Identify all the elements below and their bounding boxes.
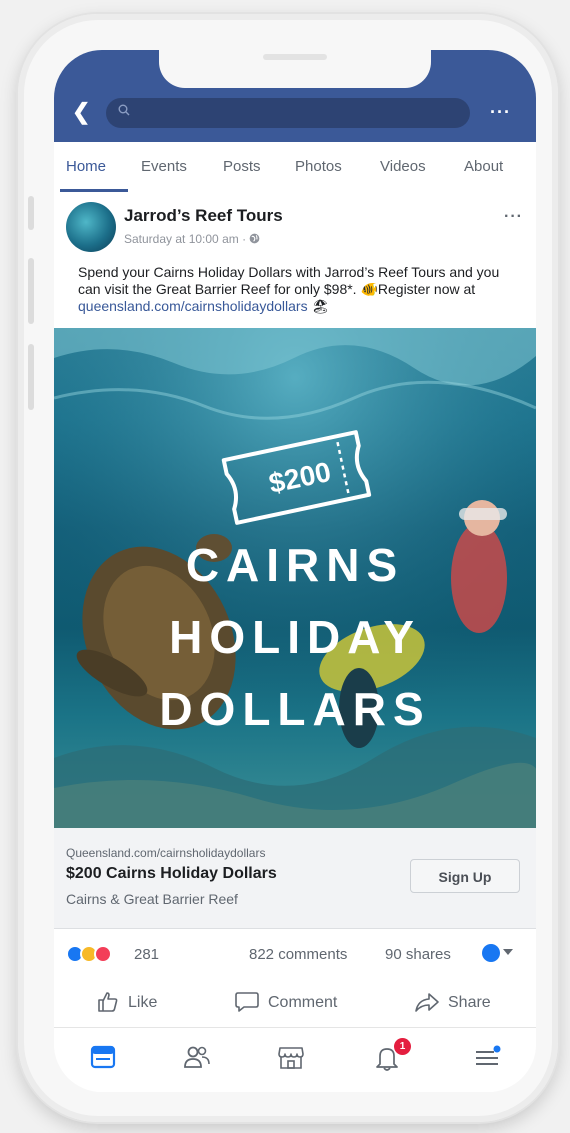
search-input[interactable] [106, 98, 470, 128]
audience-selector-icon[interactable] [482, 944, 500, 962]
post-link[interactable]: queensland.com/cairnsholidaydollars [78, 298, 308, 314]
news-feed-icon[interactable] [88, 1042, 118, 1072]
volume-down-button [28, 344, 34, 410]
comment-label: Comment [268, 994, 338, 1011]
link-subtitle: Cairns & Great Barrier Reef [66, 891, 238, 907]
page-tabs: Home Events Posts Photos Videos About [54, 142, 536, 193]
like-button[interactable]: Like [96, 989, 176, 1015]
link-title: $200 Cairns Holiday Dollars [66, 865, 277, 882]
action-bar: Like Comment Share [54, 977, 536, 1027]
tab-videos[interactable]: Videos [380, 158, 426, 175]
comment-button[interactable]: Comment [234, 989, 364, 1015]
share-count[interactable]: 90 shares [385, 946, 451, 963]
headline-line-1: CAIRNS [185, 539, 405, 591]
globe-icon [250, 233, 260, 244]
notification-badge: 1 [394, 1038, 411, 1055]
like-label: Like [128, 994, 158, 1011]
marketplace-icon[interactable] [276, 1042, 306, 1072]
friends-icon[interactable] [182, 1042, 212, 1072]
sign-up-button[interactable]: Sign Up [410, 859, 520, 893]
post-time-text: Saturday at 10:00 am · [124, 232, 250, 246]
post-options-icon[interactable]: ··· [504, 208, 523, 226]
phone-screen: ❮ ··· Home Events Posts Photos Videos Ab… [54, 50, 536, 1092]
tab-about[interactable]: About [464, 158, 503, 175]
bottom-navigation: 1 [54, 1027, 536, 1092]
reaction-count[interactable]: 281 [134, 946, 159, 963]
back-arrow-icon[interactable]: ❮ [72, 100, 90, 124]
post-message-text: Spend your Cairns Holiday Dollars with J… [78, 264, 500, 297]
share-label: Share [448, 994, 491, 1011]
tab-events[interactable]: Events [141, 158, 187, 175]
link-domain: Queensland.com/cairnsholidaydollars [66, 846, 266, 860]
tab-photos[interactable]: Photos [295, 158, 342, 175]
volume-up-button [28, 258, 34, 324]
post-stats: 281 822 comments 90 shares [54, 929, 536, 977]
love-reaction-icon[interactable] [94, 945, 112, 963]
comment-count[interactable]: 822 comments [249, 946, 347, 963]
chevron-down-icon[interactable] [503, 949, 513, 955]
tab-home[interactable]: Home [66, 158, 106, 175]
post-image[interactable]: $200 CAIRNS HOLIDAY DOLLARS [54, 328, 536, 828]
link-preview-card[interactable]: Queensland.com/cairnsholidaydollars $200… [54, 828, 536, 929]
headline-line-3: DOLLARS [159, 683, 431, 735]
headline-line-2: HOLIDAY [169, 611, 421, 663]
post-header: Jarrod’s Reef Tours Saturday at 10:00 am… [54, 192, 536, 327]
page-avatar[interactable] [66, 202, 116, 252]
thumbs-up-icon [98, 992, 118, 1012]
tab-posts[interactable]: Posts [223, 158, 261, 175]
post-message-end: 🏖 [307, 298, 330, 314]
search-icon [118, 104, 130, 116]
notch [159, 50, 431, 88]
speaker [263, 54, 327, 60]
comment-icon [235, 992, 259, 1012]
post-message: Spend your Cairns Holiday Dollars with J… [78, 264, 518, 315]
post-timestamp[interactable]: Saturday at 10:00 am · [124, 232, 260, 246]
share-icon [415, 993, 439, 1012]
mute-switch [28, 196, 34, 230]
page-name[interactable]: Jarrod’s Reef Tours [124, 206, 283, 226]
share-button[interactable]: Share [414, 989, 514, 1015]
more-options-icon[interactable]: ··· [490, 103, 511, 121]
menu-icon[interactable] [472, 1042, 502, 1072]
